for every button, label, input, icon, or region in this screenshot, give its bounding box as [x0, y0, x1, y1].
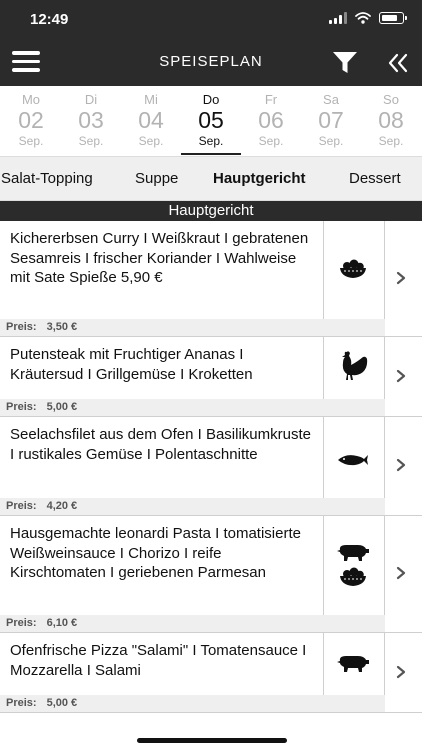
fish-icon [338, 455, 368, 466]
price-label: Preis: [6, 617, 37, 629]
day-selector: Mo 02 Sep. Di 03 Sep. Mi 04 Sep. Do 05 Sep. Fr 06… [0, 86, 422, 156]
price-row: Preis: 6,10 € [0, 615, 385, 632]
category-tab-suppe[interactable]: Suppe [135, 170, 178, 187]
dish-description: Kichererbsen Curry I Weißkraut I gebrate… [10, 230, 309, 286]
dish-description: Seelachsfilet aus dem Ofen I Basilikumkr… [10, 426, 311, 463]
day-tab[interactable]: Sa 07 Sep. [301, 86, 361, 156]
day-weekday: Mo [21, 92, 41, 107]
dish-item[interactable]: Kichererbsen Curry I Weißkraut I gebrate… [0, 221, 422, 337]
home-indicator[interactable] [137, 738, 287, 743]
day-month: Sep. [138, 134, 164, 148]
day-number: 04 [138, 107, 164, 133]
cellular-signal-icon [329, 12, 347, 24]
battery-icon [379, 12, 407, 24]
price-label: Preis: [6, 500, 37, 512]
price-value: 5,00 € [46, 697, 78, 709]
day-weekday: Di [84, 92, 98, 107]
double-chevron-left-icon[interactable] [387, 52, 409, 74]
category-tab-salat-topping[interactable]: Salat-Topping [1, 170, 93, 187]
dish-description: Ofenfrische Pizza "Salami" I Tomatensauc… [10, 642, 307, 679]
day-number: 07 [318, 107, 344, 133]
price-value: 5,00 € [46, 401, 78, 413]
day-month: Sep. [258, 134, 284, 148]
price-row: Preis: 4,20 € [0, 498, 385, 515]
status-time: 12:49 [30, 11, 69, 28]
category-tab-hauptgericht[interactable]: Hauptgericht [213, 170, 306, 187]
day-number: 08 [378, 107, 404, 133]
price-value: 3,50 € [46, 321, 78, 333]
page-title: SPEISEPLAN [159, 53, 263, 70]
chevron-right-icon[interactable] [394, 458, 408, 472]
day-number: 03 [78, 107, 104, 133]
day-tab[interactable]: So 08 Sep. [361, 86, 421, 156]
pork-icon [337, 656, 369, 672]
app-header: 12:49 SPEISEPLAN [0, 0, 422, 86]
dish-item[interactable]: Putensteak mit Fruchtiger Ananas I Kräut… [0, 337, 422, 417]
category-tab-dessert[interactable]: Dessert [349, 170, 401, 187]
dish-description: Hausgemachte leonardi Pasta I tomatisier… [10, 525, 301, 581]
nav-bar: SPEISEPLAN [0, 40, 422, 86]
price-label: Preis: [6, 401, 37, 413]
filter-icon[interactable] [333, 52, 357, 74]
day-tab[interactable]: Di 03 Sep. [61, 86, 121, 156]
chevron-right-icon[interactable] [394, 271, 408, 285]
day-number: 06 [258, 107, 284, 133]
dish-item[interactable]: Hausgemachte leonardi Pasta I tomatisier… [0, 516, 422, 633]
day-weekday: Mi [144, 92, 158, 107]
price-row: Preis: 5,00 € [0, 399, 385, 416]
day-month: Sep. [18, 134, 44, 148]
dish-description: Putensteak mit Fruchtiger Ananas I Kräut… [10, 346, 253, 383]
price-label: Preis: [6, 697, 37, 709]
status-icons [329, 12, 407, 24]
day-month: Sep. [378, 134, 404, 148]
day-tab[interactable]: Mi 04 Sep. [121, 86, 181, 156]
day-weekday: Sa [323, 92, 339, 107]
dish-item[interactable]: Seelachsfilet aus dem Ofen I Basilikumkr… [0, 417, 422, 516]
day-number: 02 [18, 107, 44, 133]
chevron-right-icon[interactable] [394, 369, 408, 383]
section-header: Hauptgericht [0, 201, 422, 221]
day-weekday: Fr [264, 92, 278, 107]
price-value: 4,20 € [46, 500, 78, 512]
category-tabs: Salat-Topping Suppe Hauptgericht Dessert [0, 156, 422, 201]
vegetarian-bowl-icon [340, 259, 366, 278]
status-bar: 12:49 [0, 0, 422, 40]
price-label: Preis: [6, 321, 37, 333]
chevron-right-icon[interactable] [394, 665, 408, 679]
day-number: 05 [198, 107, 224, 133]
day-weekday: Do [202, 92, 220, 107]
vegetarian-bowl-icon [340, 567, 366, 586]
price-row: Preis: 5,00 € [0, 695, 385, 712]
price-row: Preis: 3,50 € [0, 319, 385, 336]
dish-item[interactable]: Ofenfrische Pizza "Salami" I Tomatensauc… [0, 633, 422, 713]
day-month: Sep. [78, 134, 104, 148]
day-tab[interactable]: Fr 06 Sep. [241, 86, 301, 156]
day-tab-active[interactable]: Do 05 Sep. [181, 86, 241, 156]
day-tab[interactable]: Mo 02 Sep. [1, 86, 61, 156]
price-value: 6,10 € [46, 617, 78, 629]
day-month: Sep. [318, 134, 344, 148]
pork-icon [337, 545, 369, 561]
chevron-right-icon[interactable] [394, 566, 408, 580]
day-month: Sep. [198, 134, 224, 148]
wifi-icon [355, 12, 371, 24]
day-weekday: So [383, 92, 399, 107]
poultry-icon [342, 351, 368, 380]
